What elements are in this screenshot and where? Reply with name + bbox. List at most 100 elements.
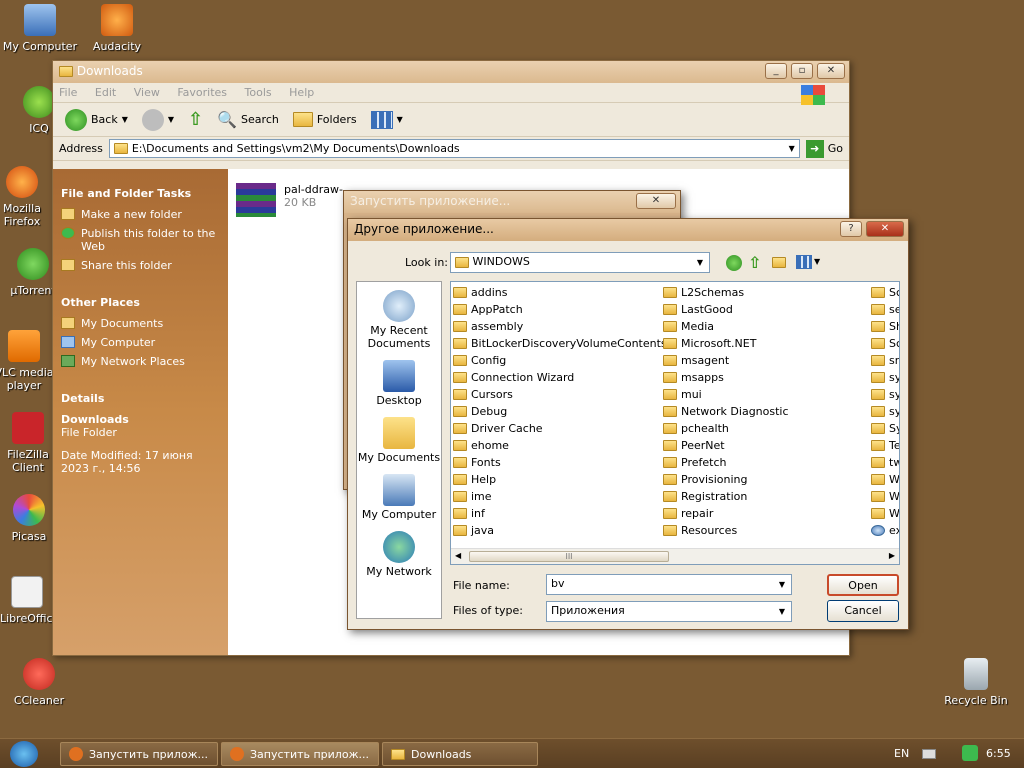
place-recent-documents[interactable]: My Recent Documents [357, 290, 441, 350]
scroll-left-arrow[interactable]: ◀ [455, 551, 461, 560]
forward-button[interactable]: ▼ [138, 107, 178, 133]
list-item[interactable]: pchealth [663, 420, 789, 437]
menu-tools[interactable]: Tools [245, 86, 272, 99]
list-item[interactable]: inf [453, 505, 667, 522]
list-item[interactable]: mui [663, 386, 789, 403]
list-item[interactable]: msagent [663, 352, 789, 369]
list-item[interactable]: ex [871, 522, 899, 539]
list-item[interactable]: Sc [871, 284, 899, 301]
list-item[interactable]: msapps [663, 369, 789, 386]
list-item[interactable]: Config [453, 352, 667, 369]
place-my-documents[interactable]: My Documents [61, 317, 220, 330]
taskbar-item-run-app-1[interactable]: Запустить прилож... [60, 742, 218, 766]
desktop-icon-audacity[interactable]: Audacity [78, 4, 156, 53]
close-button[interactable]: ✕ [817, 63, 845, 79]
list-item[interactable]: se [871, 301, 899, 318]
list-item[interactable]: W [871, 505, 899, 522]
list-item[interactable]: Te [871, 437, 899, 454]
task-publish-folder[interactable]: Publish this folder to the Web [61, 227, 220, 253]
view-menu-button[interactable] [796, 255, 812, 269]
list-item[interactable]: ehome [453, 437, 667, 454]
place-my-computer[interactable]: My Computer [61, 336, 220, 349]
list-item[interactable]: Provisioning [663, 471, 789, 488]
menu-favorites[interactable]: Favorites [177, 86, 227, 99]
keyboard-icon[interactable] [922, 749, 936, 759]
desktop-icon-firefox[interactable]: Mozilla Firefox [0, 166, 60, 228]
task-share-folder[interactable]: Share this folder [61, 259, 220, 272]
desktop-icon-recycle-bin[interactable]: Recycle Bin [936, 658, 1016, 707]
lookin-select[interactable]: WINDOWS ▼ [450, 252, 710, 273]
language-indicator[interactable]: EN [894, 747, 909, 760]
list-item[interactable]: Debug [453, 403, 667, 420]
list-item[interactable]: PeerNet [663, 437, 789, 454]
task-pane-header-other[interactable]: Other Places [61, 296, 220, 309]
up-folder-button[interactable]: ⇧ [184, 107, 207, 132]
list-item[interactable]: repair [663, 505, 789, 522]
list-item[interactable]: sy [871, 369, 899, 386]
view-menu-dropdown-icon[interactable]: ▼ [814, 257, 820, 266]
list-item[interactable]: W [871, 471, 899, 488]
list-item[interactable]: Prefetch [663, 454, 789, 471]
list-item[interactable]: Resources [663, 522, 789, 539]
scroll-thumb[interactable]: III [469, 551, 669, 562]
place-my-network[interactable]: My Network [357, 531, 441, 578]
task-pane-header-details[interactable]: Details [61, 392, 220, 405]
network-status-icon[interactable] [962, 745, 978, 761]
list-item[interactable]: Registration [663, 488, 789, 505]
list-item[interactable]: sy [871, 386, 899, 403]
place-my-documents[interactable]: My Documents [357, 417, 441, 464]
desktop-icon-libreoffice[interactable]: LibreOffice [0, 576, 54, 625]
place-my-computer[interactable]: My Computer [357, 474, 441, 521]
filetype-select[interactable]: Приложения ▼ [546, 601, 792, 622]
address-field[interactable]: E:\Documents and Settings\vm2\My Documen… [108, 139, 800, 158]
list-item[interactable]: Sc [871, 335, 899, 352]
filename-input[interactable]: bv ▼ [546, 574, 792, 595]
clock[interactable]: 6:55 [986, 747, 1011, 760]
address-dropdown-icon[interactable]: ▼ [789, 144, 795, 153]
file-list[interactable]: addins AppPatch assembly BitLockerDiscovery… [450, 281, 900, 565]
list-item[interactable]: Driver Cache [453, 420, 667, 437]
start-button[interactable] [10, 741, 38, 767]
up-one-level-button[interactable]: ⇧ [748, 253, 761, 272]
help-button[interactable]: ? [840, 221, 862, 237]
back-nav-button[interactable] [726, 255, 742, 271]
go-button[interactable]: ➜ Go [805, 139, 843, 158]
horizontal-scrollbar[interactable]: ◀ III ▶ [451, 548, 899, 564]
list-item[interactable]: Help [453, 471, 667, 488]
maximize-button[interactable]: ▫ [791, 63, 813, 79]
taskbar-item-downloads[interactable]: Downloads [382, 742, 538, 766]
taskbar-item-run-app-2[interactable]: Запустить прилож... [221, 742, 379, 766]
views-button[interactable]: ▼ [367, 109, 407, 131]
list-item[interactable]: sr [871, 352, 899, 369]
list-item[interactable]: Microsoft.NET [663, 335, 789, 352]
task-make-new-folder[interactable]: Make a new folder [61, 208, 220, 221]
list-item[interactable]: W [871, 488, 899, 505]
open-dialog-titlebar[interactable]: Другое приложение... ? ✕ [348, 219, 908, 241]
task-pane-header-tasks[interactable]: File and Folder Tasks [61, 187, 220, 200]
list-item[interactable]: Connection Wizard [453, 369, 667, 386]
desktop-icon-vlc[interactable]: VLC media player [0, 330, 54, 392]
back-button[interactable]: Back ▼ [61, 107, 132, 133]
list-item[interactable]: java [453, 522, 667, 539]
menu-view[interactable]: View [134, 86, 160, 99]
list-item[interactable]: Cursors [453, 386, 667, 403]
list-item[interactable]: tw [871, 454, 899, 471]
open-button[interactable]: Open [827, 574, 899, 596]
create-new-folder-button[interactable] [772, 257, 786, 268]
desktop-icon-ccleaner[interactable]: CCleaner [0, 658, 78, 707]
desktop-icon-filezilla[interactable]: FileZilla Client [0, 412, 56, 474]
list-item[interactable]: Network Diagnostic [663, 403, 789, 420]
list-item[interactable]: AppPatch [453, 301, 667, 318]
list-item[interactable]: ime [453, 488, 667, 505]
list-item[interactable]: L2Schemas [663, 284, 789, 301]
list-item[interactable]: BitLockerDiscoveryVolumeContents [453, 335, 667, 352]
place-my-network[interactable]: My Network Places [61, 355, 220, 368]
list-item[interactable]: LastGood [663, 301, 789, 318]
list-item[interactable]: Fonts [453, 454, 667, 471]
menu-edit[interactable]: Edit [95, 86, 116, 99]
list-item[interactable]: Sh [871, 318, 899, 335]
menu-help[interactable]: Help [289, 86, 314, 99]
run-app-close-button[interactable]: ✕ [636, 193, 676, 209]
search-button[interactable]: 🔍 Search [213, 108, 283, 131]
run-app-titlebar[interactable]: Запустить приложение... ✕ [344, 191, 680, 213]
